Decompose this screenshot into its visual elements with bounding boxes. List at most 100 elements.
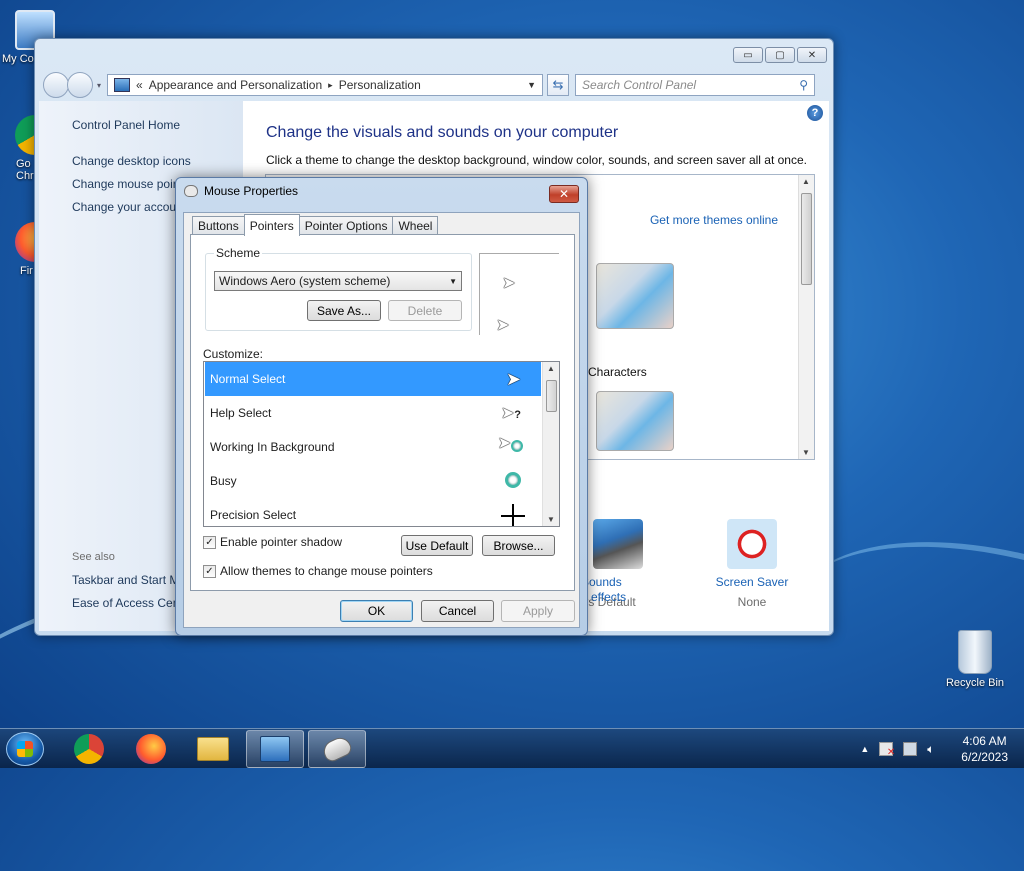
forward-button[interactable]	[67, 72, 93, 98]
taskbar-control-panel[interactable]	[246, 730, 304, 768]
sidebar-control-panel-home[interactable]: Control Panel Home	[72, 118, 180, 132]
get-more-themes-link[interactable]: Get more themes online	[650, 213, 778, 227]
desktop-icon-recycle-bin[interactable]: Recycle Bin	[940, 630, 1010, 689]
taskbar-file-explorer[interactable]	[184, 730, 242, 768]
browse-button[interactable]: Browse...	[482, 535, 555, 556]
scroll-thumb[interactable]	[546, 380, 557, 412]
back-button[interactable]	[43, 72, 69, 98]
apply-button[interactable]: Apply	[501, 600, 575, 622]
scroll-up-icon[interactable]: ▲	[802, 177, 810, 186]
breadcrumb-appearance[interactable]: Appearance and Personalization	[149, 78, 322, 92]
tab-pointers[interactable]: Pointers	[243, 214, 300, 236]
pointer-list-scrollbar[interactable]: ▲ ▼	[542, 362, 559, 526]
list-item-label: Busy	[210, 474, 237, 488]
refresh-button[interactable]: ⇆	[547, 74, 570, 96]
theme-thumbnail[interactable]	[596, 391, 674, 451]
checkbox-checked-icon[interactable]: ✓	[203, 564, 216, 578]
list-item-help-select[interactable]: Help Select ➤?	[205, 396, 541, 430]
sounds-icon	[593, 519, 643, 569]
effects-link[interactable]: effects	[591, 590, 626, 604]
theme-scrollbar[interactable]: ▲ ▼	[798, 175, 814, 459]
volume-muted-icon[interactable]: 🔈︎	[927, 742, 941, 756]
effects-item[interactable]: effects	[591, 590, 626, 604]
sidebar-change-desktop-icons[interactable]: Change desktop icons	[72, 154, 191, 168]
sidebar-ease-of-access[interactable]: Ease of Access Cent	[72, 596, 183, 610]
close-button[interactable]: ✕	[797, 47, 827, 63]
start-button[interactable]	[6, 732, 44, 766]
scroll-down-icon[interactable]: ▼	[547, 515, 555, 524]
minimize-button[interactable]: ▭	[733, 47, 763, 63]
clock[interactable]: 4:06 AM 6/2/2023	[961, 733, 1008, 765]
network-icon[interactable]	[903, 742, 918, 756]
tab-pointer-options[interactable]: Pointer Options	[298, 216, 394, 235]
dropdown-arrow-icon: ▼	[449, 276, 457, 286]
checkbox-checked-icon[interactable]: ✓	[203, 535, 216, 549]
help-icon[interactable]: ?	[807, 105, 823, 121]
dialog-body: Buttons Pointers Pointer Options Wheel S…	[183, 212, 580, 628]
list-item-busy[interactable]: Busy	[205, 464, 541, 498]
enable-pointer-shadow-checkbox[interactable]: ✓ Enable pointer shadow	[203, 535, 342, 549]
list-item-label: Normal Select	[210, 372, 286, 386]
use-default-button[interactable]: Use Default	[401, 535, 473, 556]
dialog-close-button[interactable]: ✕	[549, 185, 579, 203]
sidebar-change-mouse-pointers[interactable]: Change mouse poir	[72, 177, 177, 191]
page-subtitle: Click a theme to change the desktop back…	[266, 153, 807, 167]
theme-label-characters: Characters	[588, 365, 647, 379]
list-item-precision-select[interactable]: Precision Select	[205, 498, 541, 526]
normal-select-pointer-icon: ➤	[505, 369, 521, 389]
search-icon[interactable]: ⚲	[799, 78, 808, 92]
scheme-value: Windows Aero (system scheme)	[219, 274, 391, 288]
screen-saver-link[interactable]: Screen Saver	[707, 575, 797, 589]
recycle-bin-icon	[958, 630, 992, 674]
pointer-list[interactable]: Normal Select ➤ Help Select ➤? Working I…	[203, 361, 560, 527]
taskbar-chrome[interactable]	[60, 730, 118, 768]
address-dropdown-icon[interactable]: ▼	[527, 80, 536, 90]
cancel-button[interactable]: Cancel	[421, 600, 494, 622]
list-item-label: Help Select	[210, 406, 272, 420]
screen-saver-icon	[727, 519, 777, 569]
breadcrumb-personalization[interactable]: Personalization	[339, 78, 421, 92]
save-as-button[interactable]: Save As...	[307, 300, 381, 321]
theme-thumbnail-characters[interactable]	[596, 263, 674, 329]
screen-saver-item[interactable]: Screen Saver None	[707, 519, 797, 609]
mouse-icon	[184, 185, 198, 197]
mouse-icon	[320, 734, 354, 764]
arrow-pointer-icon: ➤	[496, 317, 510, 334]
taskbar-mouse-properties[interactable]	[308, 730, 366, 768]
busy-pointer-icon	[505, 472, 521, 488]
breadcrumb-prefix[interactable]: «	[136, 78, 143, 92]
tab-buttons[interactable]: Buttons	[192, 216, 245, 235]
sidebar-taskbar-start-menu[interactable]: Taskbar and Start M	[72, 573, 179, 587]
allow-themes-checkbox[interactable]: ✓ Allow themes to change mouse pointers	[203, 564, 433, 578]
breadcrumb-separator[interactable]: ▸	[328, 80, 333, 91]
working-pointer-icon: ➤	[498, 436, 523, 452]
arrow-pointer-icon: ➤	[502, 275, 516, 292]
delete-button[interactable]: Delete	[388, 300, 462, 321]
tab-wheel[interactable]: Wheel	[392, 216, 439, 235]
list-item-working-in-background[interactable]: Working In Background ➤	[205, 430, 541, 464]
system-tray: ▲ ✕ 🔈︎ 4:06 AM 6/2/2023	[860, 729, 1024, 769]
folder-icon	[197, 737, 229, 761]
see-also-heading: See also	[72, 551, 115, 563]
ok-button[interactable]: OK	[340, 600, 413, 622]
maximize-button[interactable]: ▢	[765, 47, 795, 63]
address-bar[interactable]: « Appearance and Personalization ▸ Perso…	[107, 74, 544, 96]
sidebar-change-account-picture[interactable]: Change your accou	[72, 200, 176, 214]
dialog-titlebar[interactable]: Mouse Properties	[184, 184, 298, 198]
screen-saver-value: None	[737, 595, 767, 609]
allow-themes-label: Allow themes to change mouse pointers	[220, 564, 433, 578]
scroll-down-icon[interactable]: ▼	[802, 448, 810, 457]
pointers-panel: Scheme Windows Aero (system scheme) ▼ Sa…	[190, 234, 575, 591]
recent-pages-dropdown[interactable]: ▾	[97, 81, 101, 90]
scroll-up-icon[interactable]: ▲	[547, 364, 555, 373]
chrome-icon	[74, 734, 104, 764]
search-input[interactable]: Search Control Panel ⚲	[575, 74, 816, 96]
scheme-select[interactable]: Windows Aero (system scheme) ▼	[214, 271, 462, 291]
scroll-thumb[interactable]	[801, 193, 812, 285]
taskbar-firefox[interactable]	[122, 730, 180, 768]
action-center-icon[interactable]: ✕	[879, 742, 895, 758]
list-item-normal-select[interactable]: Normal Select ➤	[205, 362, 541, 396]
clock-date: 6/2/2023	[961, 750, 1008, 764]
list-item-label: Precision Select	[210, 508, 297, 522]
show-hidden-icons-icon[interactable]: ▲	[860, 744, 869, 754]
